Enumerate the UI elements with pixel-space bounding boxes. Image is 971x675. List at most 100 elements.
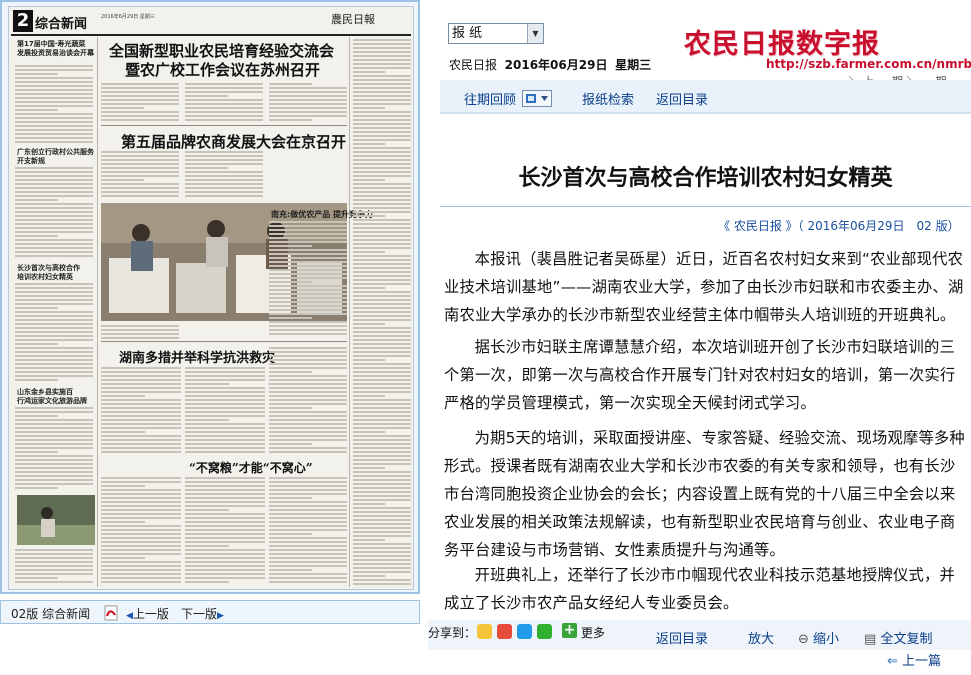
text-line: [101, 99, 179, 101]
text-line: [15, 299, 93, 301]
back-to-catalog-link[interactable]: 返回目录: [656, 628, 708, 647]
qzone-icon[interactable]: [477, 624, 492, 639]
page-switcher-bar: 02版 综合新闻 ◀上一版 下一版▶: [0, 600, 420, 624]
side-photo[interactable]: [17, 495, 95, 545]
text-line: [15, 251, 93, 253]
text-line: [15, 455, 93, 457]
headline-4[interactable]: 湖南多措并举科学抗洪救灾: [119, 347, 275, 366]
text-line: [269, 329, 347, 331]
text-line: [353, 115, 411, 117]
text-line: [15, 415, 58, 417]
next-page-link[interactable]: 下一版▶: [181, 605, 224, 622]
text-line: [353, 523, 411, 525]
text-line: [269, 399, 347, 401]
side-head-2b[interactable]: 开支新规: [17, 156, 45, 166]
text-line: [101, 485, 145, 487]
text-line: [185, 477, 265, 479]
masthead-date: 2016年6月29日 星期三: [101, 14, 155, 20]
text-line: [101, 407, 181, 409]
text-line: [15, 419, 93, 421]
text-line: [15, 471, 93, 473]
text-line: [353, 443, 411, 445]
qq-icon[interactable]: [517, 624, 532, 639]
text-line: [353, 571, 411, 573]
text-line: [269, 553, 347, 555]
text-line: [353, 183, 411, 185]
text-line: [353, 427, 411, 429]
text-line: [353, 527, 411, 529]
chevron-down-icon[interactable]: ▼: [527, 24, 543, 43]
catalog-link[interactable]: 返回目录: [656, 89, 708, 108]
text-line: [353, 247, 411, 249]
text-line: [353, 515, 411, 517]
copy-all-link[interactable]: ▤ 全文复制: [864, 628, 932, 647]
side-head-1b[interactable]: 发展投资贸易治谈会开幕: [17, 48, 94, 58]
text-line: [15, 303, 93, 305]
magnifier-icon: ⊖: [798, 632, 809, 647]
zoom-in-link[interactable]: 放大: [748, 628, 774, 647]
headline-1b[interactable]: 暨农广校工作会议在苏州召开: [125, 59, 320, 80]
text-line: [269, 285, 347, 287]
text-line: [15, 283, 93, 285]
text-line: [353, 159, 411, 161]
history-link[interactable]: 往期回顾: [464, 89, 516, 108]
zoom-out-link[interactable]: ⊖ 缩小: [798, 628, 839, 647]
side-head-3b[interactable]: 培训农村妇女精英: [17, 272, 73, 282]
text-line: [185, 159, 263, 161]
text-line: [353, 499, 411, 501]
text-line: [101, 505, 181, 507]
text-line: [353, 471, 411, 473]
text-line: [185, 537, 265, 539]
text-line: [353, 383, 411, 385]
text-line: [101, 501, 181, 503]
text-line: [101, 537, 181, 539]
text-line: [353, 99, 411, 101]
side-head-4b[interactable]: 行鸿运家文化旅游品牌: [17, 396, 87, 406]
text-line: [15, 231, 93, 233]
document-icon: ▤: [864, 632, 877, 647]
text-line: [101, 443, 181, 445]
text-line: [15, 451, 58, 453]
text-line: [101, 119, 179, 121]
text-line: [185, 573, 265, 575]
text-line: [15, 371, 93, 373]
weibo-icon[interactable]: [497, 624, 512, 639]
pdf-icon[interactable]: [104, 605, 118, 621]
text-line: [185, 493, 265, 495]
text-line: [269, 233, 347, 235]
title-divider: [440, 206, 971, 207]
text-line: [353, 511, 411, 513]
text-line: [353, 59, 411, 61]
paper-select[interactable]: 报 纸 ▼: [448, 23, 544, 44]
text-line: [353, 535, 411, 537]
headline-2[interactable]: 第五届品牌农商发展大会在京召开: [121, 131, 346, 152]
text-line: [101, 155, 179, 157]
search-link[interactable]: 报纸检索: [582, 89, 634, 108]
text-line: [269, 423, 347, 425]
text-line: [185, 83, 263, 85]
text-line: [353, 251, 385, 253]
text-line: [269, 497, 312, 499]
share-more-link[interactable]: 更多: [581, 624, 605, 641]
text-line: [101, 529, 181, 531]
plus-icon[interactable]: +: [562, 623, 577, 638]
text-line: [15, 307, 58, 309]
wechat-icon[interactable]: [537, 624, 552, 639]
text-line: [353, 539, 385, 541]
article-paragraph: 开班典礼上，还举行了长沙市巾帼现代农业科技示范基地授牌仪式，并成立了长沙市农产品…: [444, 566, 955, 612]
newspaper-page-image[interactable]: 2 综合新闻 2016年6月29日 星期三 農民日報 全国新型职业农民培育经验交…: [8, 6, 414, 590]
text-line: [269, 427, 347, 429]
prev-page-link[interactable]: ◀上一版: [126, 605, 169, 622]
text-line: [185, 415, 265, 417]
left-arrow-icon: ◀: [126, 611, 133, 621]
text-line: [353, 239, 411, 241]
calendar-icon[interactable]: [522, 90, 552, 107]
headline-1[interactable]: 全国新型职业农民培育经验交流会: [109, 40, 334, 61]
text-line: [353, 371, 411, 373]
article-title: 长沙首次与高校合作培训农村妇女精英: [518, 166, 893, 191]
text-line: [185, 87, 263, 89]
text-line: [269, 309, 347, 311]
text-line: [353, 135, 411, 137]
prev-article-link[interactable]: ⇐ 上一篇: [887, 650, 941, 669]
headline-5[interactable]: “不窝粮”才能“不窝心”: [189, 459, 313, 476]
